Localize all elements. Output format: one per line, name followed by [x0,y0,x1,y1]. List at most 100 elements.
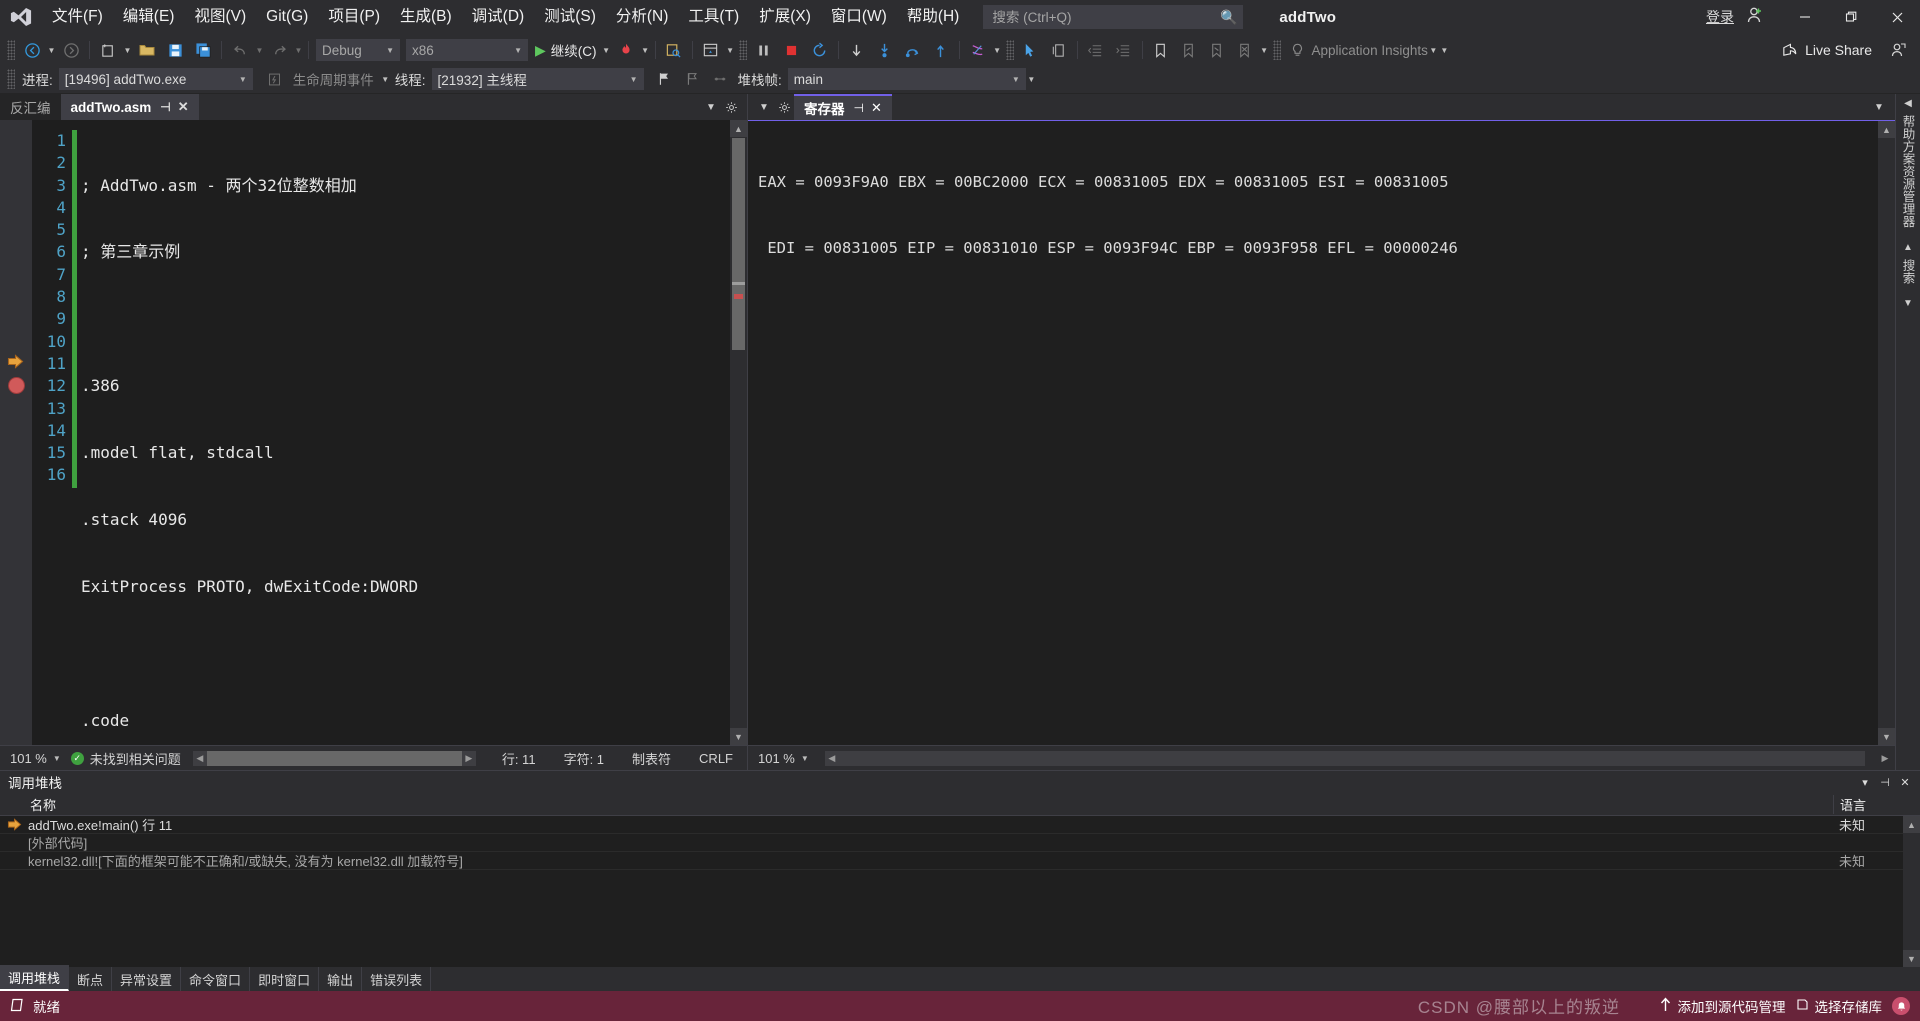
registers-settings-gear-icon[interactable] [774,94,794,120]
chevron-down-icon[interactable]: ▼ [53,754,71,763]
scrollbar-thumb[interactable] [732,138,745,350]
hscrollbar-thumb[interactable] [206,750,462,766]
notifications-bell-icon[interactable] [1892,997,1910,1015]
menu-item-git[interactable]: Git(G) [256,0,318,34]
decrease-indent-button[interactable] [1082,38,1110,62]
continue-dropdown[interactable]: ▼ [601,38,612,62]
scroll-right-icon[interactable]: ▶ [1875,753,1895,764]
intellicode-button[interactable] [964,38,992,62]
scroll-up-icon[interactable]: ▲ [1878,121,1895,138]
select-repository-button[interactable]: 选择存储库 [1796,996,1882,1016]
strip-scroll-up-icon[interactable]: ▲ [1903,242,1913,253]
editor-vertical-scrollbar[interactable]: ▲ ▼ [730,120,747,745]
toggle-bookmark-button[interactable] [1147,38,1175,62]
menu-item-file[interactable]: 文件(F) [42,0,113,34]
registers-window-dropdown-icon[interactable]: ▼ [754,94,774,120]
show-next-statement-button[interactable] [843,38,871,62]
attach-to-process-button[interactable] [660,38,688,62]
close-icon[interactable]: ✕ [871,100,882,116]
window-dropdown-icon[interactable]: ▾ [1856,773,1874,791]
scroll-left-icon[interactable]: ◀ [192,750,207,766]
menu-item-edit[interactable]: 编辑(E) [113,0,185,34]
continue-debug-button[interactable]: ▶ 继续(C) [531,38,601,62]
menu-item-debug[interactable]: 调试(D) [462,0,535,34]
toolbar-overflow-button[interactable]: ▼ [1439,38,1450,62]
editor-horizontal-scrollbar[interactable]: ◀ ▶ [192,750,476,766]
hot-reload-button[interactable] [612,38,640,62]
registers-vertical-scrollbar[interactable]: ▲ ▼ [1878,121,1895,745]
stackframe-combo[interactable]: main ▼ [787,68,1026,90]
menu-item-project[interactable]: 项目(P) [318,0,390,34]
registers-zoom-level[interactable]: 101 % [748,751,801,766]
table-row[interactable]: addTwo.exe!main() 行 11 未知 [0,816,1903,834]
chevron-down-icon[interactable]: ▼ [801,754,819,763]
menu-item-help[interactable]: 帮助(H) [897,0,970,34]
undo-button[interactable] [226,38,254,62]
redo-button[interactable] [265,38,293,62]
table-row[interactable]: kernel32.dll![下面的框架可能不正确和/或缺失, 没有为 kerne… [0,852,1903,870]
column-header-language[interactable]: 语言 [1833,794,1903,814]
menu-item-extensions[interactable]: 扩展(X) [749,0,821,34]
save-button[interactable] [161,38,189,62]
step-into-button[interactable] [871,38,899,62]
sidebar-item-search[interactable]: 搜索 [1896,253,1920,290]
sign-in-label[interactable]: 登录 [1706,7,1734,27]
notification-flag-icon[interactable] [10,998,24,1015]
live-share-button[interactable]: Live Share [1781,42,1872,59]
application-insights-label[interactable]: Application Insights [1312,43,1428,58]
tab-error-list[interactable]: 错误列表 [362,967,432,991]
search-input[interactable] [990,8,1221,26]
show-flagged-threads-button[interactable] [678,67,706,91]
new-project-dropdown[interactable]: ▼ [122,38,133,62]
scroll-down-icon[interactable]: ▼ [1878,728,1895,745]
pin-icon[interactable]: ⊣ [160,100,170,114]
pin-icon[interactable]: ⊣ [854,101,864,115]
close-icon[interactable]: ✕ [1896,773,1914,791]
tab-disassembly[interactable]: 反汇编 [0,94,61,120]
tab-registers[interactable]: 寄存器 ⊣ ✕ [794,94,892,120]
sidebar-item-solution-explorer[interactable]: 帮助方案资源管理器 [1896,109,1920,234]
thread-marker-button[interactable] [706,67,734,91]
menu-item-view[interactable]: 视图(V) [184,0,256,34]
pointer-select-button[interactable] [1017,38,1045,62]
lifecycle-events-dropdown[interactable]: ▼ [380,67,391,91]
code-text-area[interactable]: ; AddTwo.asm - 两个32位整数相加 ; 第三章示例 .386 .m… [77,120,730,745]
close-icon[interactable]: ✕ [178,99,189,115]
toolbar-grip[interactable] [1005,40,1014,60]
strip-collapse-icon[interactable]: ◀ [1904,98,1912,109]
tab-output[interactable]: 输出 [319,967,363,991]
strip-scroll-down-icon[interactable]: ▼ [1903,298,1913,309]
new-project-button[interactable] [94,38,122,62]
thread-combo[interactable]: [21932] 主线程 ▼ [431,68,644,90]
editor-settings-gear-icon[interactable] [721,94,741,120]
stop-debugging-button[interactable] [778,38,806,62]
flag-thread-button[interactable] [650,67,678,91]
registers-overflow-icon[interactable]: ▼ [1869,94,1889,120]
close-button[interactable] [1874,0,1920,34]
indentation-mode[interactable]: 制表符 [618,749,685,768]
menu-item-analyze[interactable]: 分析(N) [606,0,679,34]
editor-zoom-level[interactable]: 101 % [0,751,53,766]
live-share-account-icon[interactable] [1884,38,1912,62]
navigate-backward-button[interactable] [18,38,46,62]
call-stack-vertical-scrollbar[interactable]: ▲ ▼ [1903,816,1920,967]
solution-configuration-combo[interactable]: Debug ▼ [316,39,400,61]
undo-dropdown[interactable]: ▼ [254,38,265,62]
debug-location-overflow[interactable]: ▼ [1026,67,1037,91]
hot-reload-dropdown[interactable]: ▼ [640,38,651,62]
process-combo[interactable]: [19496] addTwo.exe ▼ [58,68,253,90]
menu-item-window[interactable]: 窗口(W) [821,0,897,34]
tab-addtwo-asm[interactable]: addTwo.asm ⊣ ✕ [60,94,199,120]
scroll-right-icon[interactable]: ▶ [461,750,476,766]
scroll-up-icon[interactable]: ▲ [730,120,747,137]
minimize-button[interactable] [1782,0,1828,34]
table-row[interactable]: [外部代码] [0,834,1903,852]
add-to-source-control-button[interactable]: 添加到源代码管理 [1659,996,1786,1016]
navigate-forward-button[interactable] [57,38,85,62]
navigate-backward-dropdown[interactable]: ▼ [46,38,57,62]
restart-debugging-button[interactable] [806,38,834,62]
step-out-button[interactable] [927,38,955,62]
open-file-button[interactable] [133,38,161,62]
scroll-up-icon[interactable]: ▲ [1903,816,1920,833]
global-search-box[interactable]: 🔍 [983,5,1244,29]
